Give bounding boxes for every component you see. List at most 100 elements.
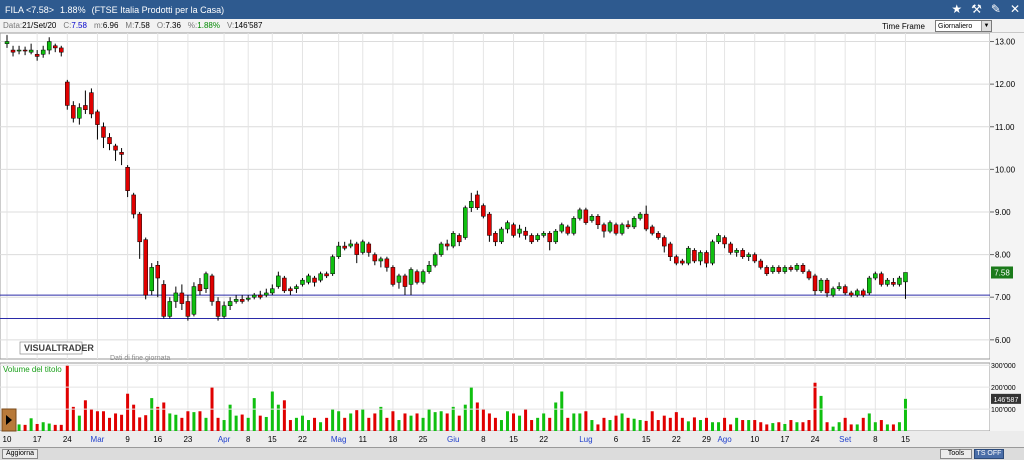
candle-up [903, 272, 908, 283]
candle-up [221, 305, 227, 317]
volume-bar [361, 409, 365, 431]
candle-down [625, 224, 631, 228]
candle-down [842, 286, 848, 294]
volume-bar [252, 398, 256, 431]
candle-down [457, 235, 462, 243]
volume-bar [680, 417, 684, 431]
candle-up [553, 230, 558, 243]
tool-icon[interactable]: ⚒ [971, 0, 982, 19]
candle-up [233, 299, 239, 302]
candle-up [264, 292, 269, 296]
open-label: O: [156, 21, 166, 30]
candle-down [258, 294, 263, 298]
volume-bar [108, 417, 112, 431]
timeframe-select[interactable]: Giornaliero ▼ [935, 20, 992, 32]
day-label: 22 [672, 435, 681, 444]
volume-bar [759, 422, 763, 431]
candle-down [155, 264, 160, 279]
volume-bar [126, 393, 130, 431]
volume-bar [439, 411, 443, 431]
candle-down [65, 81, 70, 106]
candle-down [384, 258, 390, 268]
pct-value: 1.88% [197, 21, 220, 30]
close-label: C: [63, 21, 72, 30]
candle-up [426, 264, 432, 272]
volume-bar [897, 422, 901, 431]
min-label: m: [93, 21, 103, 30]
volume-bar [505, 411, 509, 431]
candle-up [746, 254, 751, 257]
candle-down [59, 47, 64, 53]
refresh-button[interactable]: Aggiorna [2, 449, 39, 459]
volume-bar [542, 413, 546, 431]
symbol-title: FILA <7.58> [5, 4, 55, 15]
month-label: Set [839, 435, 852, 444]
price-tick-label: 6.00 [995, 336, 1011, 345]
candle-up [16, 49, 22, 52]
candle-down [131, 194, 136, 215]
price-tick-label: 12.00 [995, 80, 1016, 89]
candle-down [282, 277, 287, 292]
volume-bar [403, 413, 407, 431]
close-icon[interactable]: ✕ [1010, 0, 1020, 19]
volume-bar [771, 423, 775, 431]
star-icon[interactable]: ★ [951, 0, 962, 19]
candle-up [734, 250, 739, 253]
candle-down [83, 105, 88, 110]
volume-bar [192, 412, 196, 431]
chevron-down-icon[interactable]: ▼ [981, 21, 991, 31]
volume-bar [451, 406, 455, 431]
candle-down [595, 215, 601, 226]
candle-down [137, 213, 142, 243]
volume-bar [445, 413, 449, 431]
price-chart[interactable]: 13.00 12.00 11.00 10.00 9.00 8.00 7.00 6.00 10 17… [0, 33, 1024, 447]
candle-down [95, 111, 100, 125]
candle-down [71, 105, 76, 119]
volume-bar [282, 400, 286, 431]
price-panel [0, 33, 991, 360]
volume-bar [180, 417, 184, 431]
volume-bar [264, 416, 268, 431]
candle-down [185, 301, 191, 317]
price-tick-label: 11.00 [995, 123, 1015, 132]
volume-bar [843, 417, 847, 431]
volume-bar [150, 398, 154, 431]
volume-bar [487, 413, 491, 431]
candle-down [475, 194, 480, 208]
volume-bar [801, 422, 805, 431]
candle-up [438, 243, 444, 255]
day-label: 11 [359, 435, 368, 444]
candle-up [330, 256, 335, 275]
candle-down [414, 271, 420, 283]
candle-up [276, 275, 281, 287]
volume-bar [524, 409, 528, 431]
candle-down [547, 233, 552, 243]
pin-icon[interactable]: ✎ [991, 0, 1001, 19]
day-label: 15 [642, 435, 651, 444]
ts-off-button[interactable]: TS OFF [974, 449, 1004, 459]
candle-up [420, 271, 426, 283]
volume-tick-label: 200'000 [991, 385, 1016, 392]
market-title: (FTSE Italia Prodotti per la Casa) [91, 4, 225, 15]
candle-up [432, 254, 438, 266]
volume-bar [849, 424, 853, 431]
watermark-logo: VISUALTRADER [24, 343, 94, 353]
volume-bar [885, 424, 889, 431]
volume-bar [493, 417, 497, 431]
volume-bar [313, 417, 317, 431]
volume-bar [530, 420, 534, 431]
last-volume-label: 146'587 [994, 397, 1019, 404]
candle-down [674, 256, 679, 264]
candle-up [517, 228, 522, 234]
candle-up [631, 218, 637, 228]
volume-bar [596, 424, 600, 431]
tools-button[interactable]: Tools [940, 449, 972, 459]
volume-bar [385, 417, 389, 431]
volume-bar [457, 415, 461, 431]
candle-up [227, 301, 233, 306]
candle-down [10, 49, 16, 53]
candle-up [191, 286, 197, 315]
candle-up [203, 273, 209, 289]
candle-up [77, 107, 82, 119]
candle-down [143, 239, 148, 296]
